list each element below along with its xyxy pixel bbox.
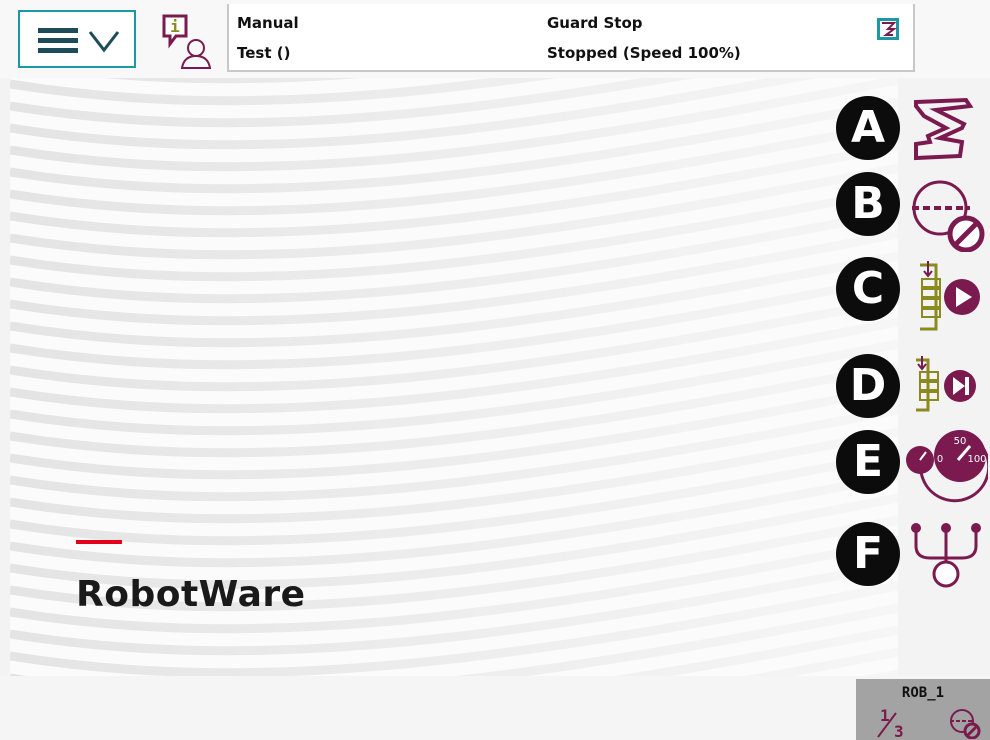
- mechanical-unit-icon: [914, 97, 974, 161]
- svg-text:3: 3: [894, 722, 904, 739]
- status-bar[interactable]: Manual Test () Guard Stop Stopped (Speed…: [227, 4, 915, 72]
- quickset-letter: B: [836, 172, 900, 236]
- mechanical-unit-name: ROB_1: [901, 685, 945, 701]
- quickset-run-mode[interactable]: C: [836, 257, 988, 331]
- svg-text:0: 0: [937, 454, 943, 465]
- mechanical-unit-status-icon: [877, 18, 899, 40]
- tasks-icon: [911, 523, 981, 588]
- run-state: Stopped (Speed 100%): [547, 44, 741, 62]
- step-mode-icon: [916, 356, 976, 412]
- quickset-letter: E: [836, 430, 900, 494]
- operating-mode: Manual: [237, 14, 299, 32]
- main-menu-button[interactable]: [18, 10, 136, 68]
- incremental-off-icon: [912, 180, 985, 252]
- quickset-letter: F: [836, 522, 900, 586]
- quickset-letter: D: [836, 354, 900, 418]
- info-user-icon: i: [162, 14, 212, 69]
- brand-name: RobotWare: [76, 574, 306, 615]
- svg-text:100: 100: [967, 454, 986, 465]
- run-mode-continuous-icon: [920, 261, 980, 331]
- quickset-mechanical-unit[interactable]: A: [836, 96, 988, 164]
- quickset-step-mode[interactable]: D: [836, 354, 988, 422]
- svg-text:50: 50: [954, 436, 967, 447]
- task-bar: [0, 676, 990, 740]
- program-name: Test (): [237, 44, 291, 62]
- svg-text:i: i: [170, 17, 180, 36]
- home-screen: RobotWare: [10, 78, 898, 676]
- incremental-off-small-icon: [950, 709, 981, 739]
- top-bar: i Manual Test () Guard Stop Stopped (Spe…: [0, 0, 990, 78]
- task-fraction-icon: 1 3: [877, 707, 904, 739]
- event-log-button[interactable]: i: [156, 10, 218, 72]
- quickset-speed[interactable]: E 50 0 100: [836, 430, 988, 503]
- quickset-tasks[interactable]: F: [836, 522, 988, 590]
- quickset-letter: A: [836, 96, 900, 160]
- safety-state: Guard Stop: [547, 14, 643, 32]
- speed-icon: 50 0 100: [906, 430, 988, 503]
- quickset-task-panel-button[interactable]: ROB_1 1 3: [856, 679, 990, 740]
- hamburger-menu-icon: [38, 28, 120, 53]
- brand-accent-bar: [76, 540, 122, 544]
- quickset-increment[interactable]: B: [836, 172, 988, 252]
- quickset-letter: C: [836, 257, 900, 321]
